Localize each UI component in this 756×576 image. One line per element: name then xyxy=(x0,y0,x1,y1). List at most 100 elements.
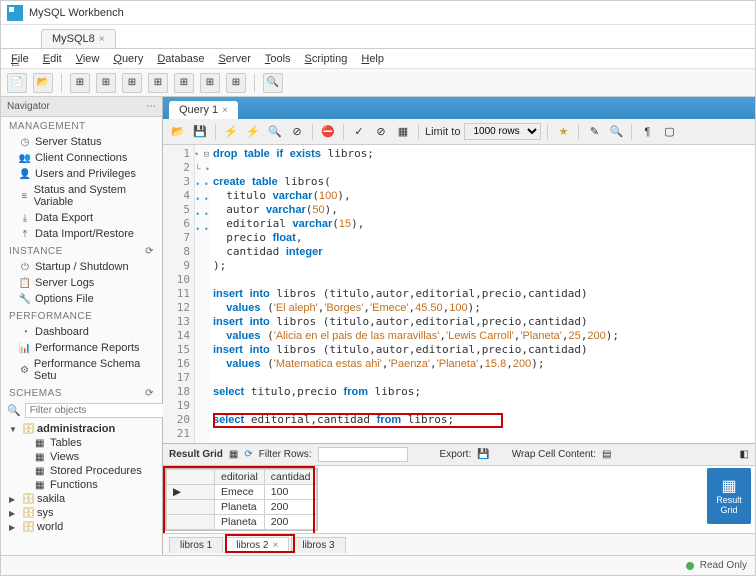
panel-menu-icon[interactable]: ⋯ xyxy=(146,101,156,112)
nav-options-file[interactable]: 🔧Options File xyxy=(1,291,162,307)
wrap-icon[interactable]: ¶ xyxy=(638,123,656,141)
menu-database[interactable]: Database xyxy=(157,53,204,65)
nav-startup[interactable]: ⏻Startup / Shutdown xyxy=(1,259,162,275)
tb-icon[interactable]: ⊞ xyxy=(226,73,246,93)
connection-tab-label: MySQL8 xyxy=(52,33,95,45)
power-icon: ⏻ xyxy=(19,261,31,273)
query-tab[interactable]: Query 1 × xyxy=(169,101,238,119)
tb-icon[interactable]: ⊞ xyxy=(96,73,116,93)
connection-tab[interactable]: MySQL8 × xyxy=(41,29,116,48)
menu-server[interactable]: Server xyxy=(218,53,250,65)
tb-icon[interactable]: ⊞ xyxy=(174,73,194,93)
result-tab[interactable]: libros 1 xyxy=(169,537,223,553)
nav-status-vars[interactable]: ≡Status and System Variable xyxy=(1,182,162,210)
star-icon[interactable]: ★ xyxy=(554,123,572,141)
collapse-icon[interactable]: ▼ xyxy=(9,425,19,434)
refresh-icon[interactable]: ⟳ xyxy=(145,246,154,257)
logs-icon: 📋 xyxy=(19,277,31,289)
execute-icon[interactable]: ⚡ xyxy=(222,123,240,141)
refresh-icon[interactable]: ⟳ xyxy=(145,388,154,399)
navigator-title: Navigator xyxy=(7,101,50,112)
tb-icon[interactable]: ▢ xyxy=(660,123,678,141)
section-management: MANAGEMENT xyxy=(1,117,162,134)
wrap-icon[interactable]: ▤ xyxy=(602,449,611,460)
nav-client-connections[interactable]: 👥Client Connections xyxy=(1,150,162,166)
menu-help[interactable]: Help xyxy=(361,53,384,65)
stop-icon[interactable]: ⊘ xyxy=(288,123,306,141)
tb-icon[interactable]: ⊞ xyxy=(200,73,220,93)
schema-filter-input[interactable] xyxy=(25,403,167,418)
nav-perf-schema[interactable]: ⚙Performance Schema Setu xyxy=(1,356,162,384)
tb-icon[interactable]: 🔍 xyxy=(263,73,283,93)
folder-icon: ▦ xyxy=(35,466,47,477)
expand-icon[interactable]: ▶ xyxy=(9,523,19,532)
close-icon[interactable]: × xyxy=(222,105,228,116)
titlebar: MySQL Workbench xyxy=(1,1,755,25)
result-toolbar: Result Grid ▦ ⟳ Filter Rows: Export: 💾 W… xyxy=(163,444,755,466)
editor-tabs: Query 1 × xyxy=(163,97,755,119)
tb-icon[interactable]: ⊞ xyxy=(122,73,142,93)
home-icon[interactable]: ⌂ xyxy=(11,53,19,69)
navigator-header: Navigator ⋯ xyxy=(1,97,162,117)
panel-toggle-icon[interactable]: ◧ xyxy=(740,449,749,460)
nav-perf-reports[interactable]: 📊Performance Reports xyxy=(1,340,162,356)
schema-views[interactable]: ▦Views xyxy=(5,450,158,464)
folder-icon: ▦ xyxy=(35,438,47,449)
execute-cursor-icon[interactable]: ⚡ xyxy=(244,123,262,141)
save-icon[interactable]: 💾 xyxy=(191,123,209,141)
nav-server-status[interactable]: ◷Server Status xyxy=(1,134,162,150)
autocommit-icon[interactable]: ✓ xyxy=(350,123,368,141)
section-schemas: SCHEMAS⟳ xyxy=(1,384,162,401)
tb-icon[interactable]: ▦ xyxy=(394,123,412,141)
schema-node[interactable]: ▶🗄sakila xyxy=(5,492,158,506)
schema-node[interactable]: ▶🗄sys xyxy=(5,506,158,520)
limit-select[interactable]: 1000 rows xyxy=(464,123,541,140)
grid-icon[interactable]: ▦ xyxy=(229,449,238,460)
open-icon[interactable]: 📂 xyxy=(169,123,187,141)
commit-icon[interactable]: ⛔ xyxy=(319,123,337,141)
result-tab[interactable]: libros 3 xyxy=(291,537,345,553)
separator xyxy=(215,124,216,140)
find-icon[interactable]: 🔍 xyxy=(607,123,625,141)
rollback-icon[interactable]: ⊘ xyxy=(372,123,390,141)
menu-tools[interactable]: Tools xyxy=(265,53,291,65)
expand-icon[interactable]: ▶ xyxy=(9,495,19,504)
filter-rows-input[interactable] xyxy=(318,447,408,462)
menu-view[interactable]: View xyxy=(76,53,100,65)
tb-icon[interactable]: ⊞ xyxy=(70,73,90,93)
code-text[interactable]: drop table if exists libros; create tabl… xyxy=(209,145,755,443)
refresh-icon[interactable]: ⟳ xyxy=(244,449,252,460)
export-icon[interactable]: 💾 xyxy=(477,449,489,460)
nav-users[interactable]: 👤Users and Privileges xyxy=(1,166,162,182)
wrap-label: Wrap Cell Content: xyxy=(512,449,596,460)
schema-tables[interactable]: ▦Tables xyxy=(5,436,158,450)
schema-funcs[interactable]: ▦Functions xyxy=(5,478,158,492)
navigator-panel: Navigator ⋯ MANAGEMENT ◷Server Status 👥C… xyxy=(1,97,163,555)
nav-server-logs[interactable]: 📋Server Logs xyxy=(1,275,162,291)
menu-scripting[interactable]: Scripting xyxy=(305,53,348,65)
schema-node[interactable]: ▶🗄world xyxy=(5,520,158,534)
nav-dashboard[interactable]: ◔Dashboard xyxy=(1,324,162,340)
nav-data-export[interactable]: ⤓Data Export xyxy=(1,210,162,226)
expand-icon[interactable]: ▶ xyxy=(9,509,19,518)
result-grid-button[interactable]: ▦ Result Grid xyxy=(707,468,751,524)
separator xyxy=(547,124,548,140)
tb-icon[interactable]: ⊞ xyxy=(148,73,168,93)
query-tab-label: Query 1 xyxy=(179,104,218,116)
export-label: Export: xyxy=(440,449,472,460)
open-sql-icon[interactable]: 📂 xyxy=(33,73,53,93)
nav-data-import[interactable]: ⤒Data Import/Restore xyxy=(1,226,162,242)
reports-icon: 📊 xyxy=(19,342,31,354)
section-performance: PERFORMANCE xyxy=(1,307,162,324)
sql-editor[interactable]: 12345678910111213141516171819202122 • ⊟ … xyxy=(163,145,755,443)
filter-label: Filter Rows: xyxy=(259,449,312,460)
close-icon[interactable]: × xyxy=(99,34,105,45)
beautify-icon[interactable]: ✎ xyxy=(585,123,603,141)
schema-procs[interactable]: ▦Stored Procedures xyxy=(5,464,158,478)
menu-query[interactable]: Query xyxy=(113,53,143,65)
line-gutter: 12345678910111213141516171819202122 xyxy=(163,145,195,443)
schema-node[interactable]: ▼🗄administracion xyxy=(5,422,158,436)
explain-icon[interactable]: 🔍 xyxy=(266,123,284,141)
new-sql-tab-icon[interactable]: 📄 xyxy=(7,73,27,93)
menu-edit[interactable]: Edit xyxy=(43,53,62,65)
